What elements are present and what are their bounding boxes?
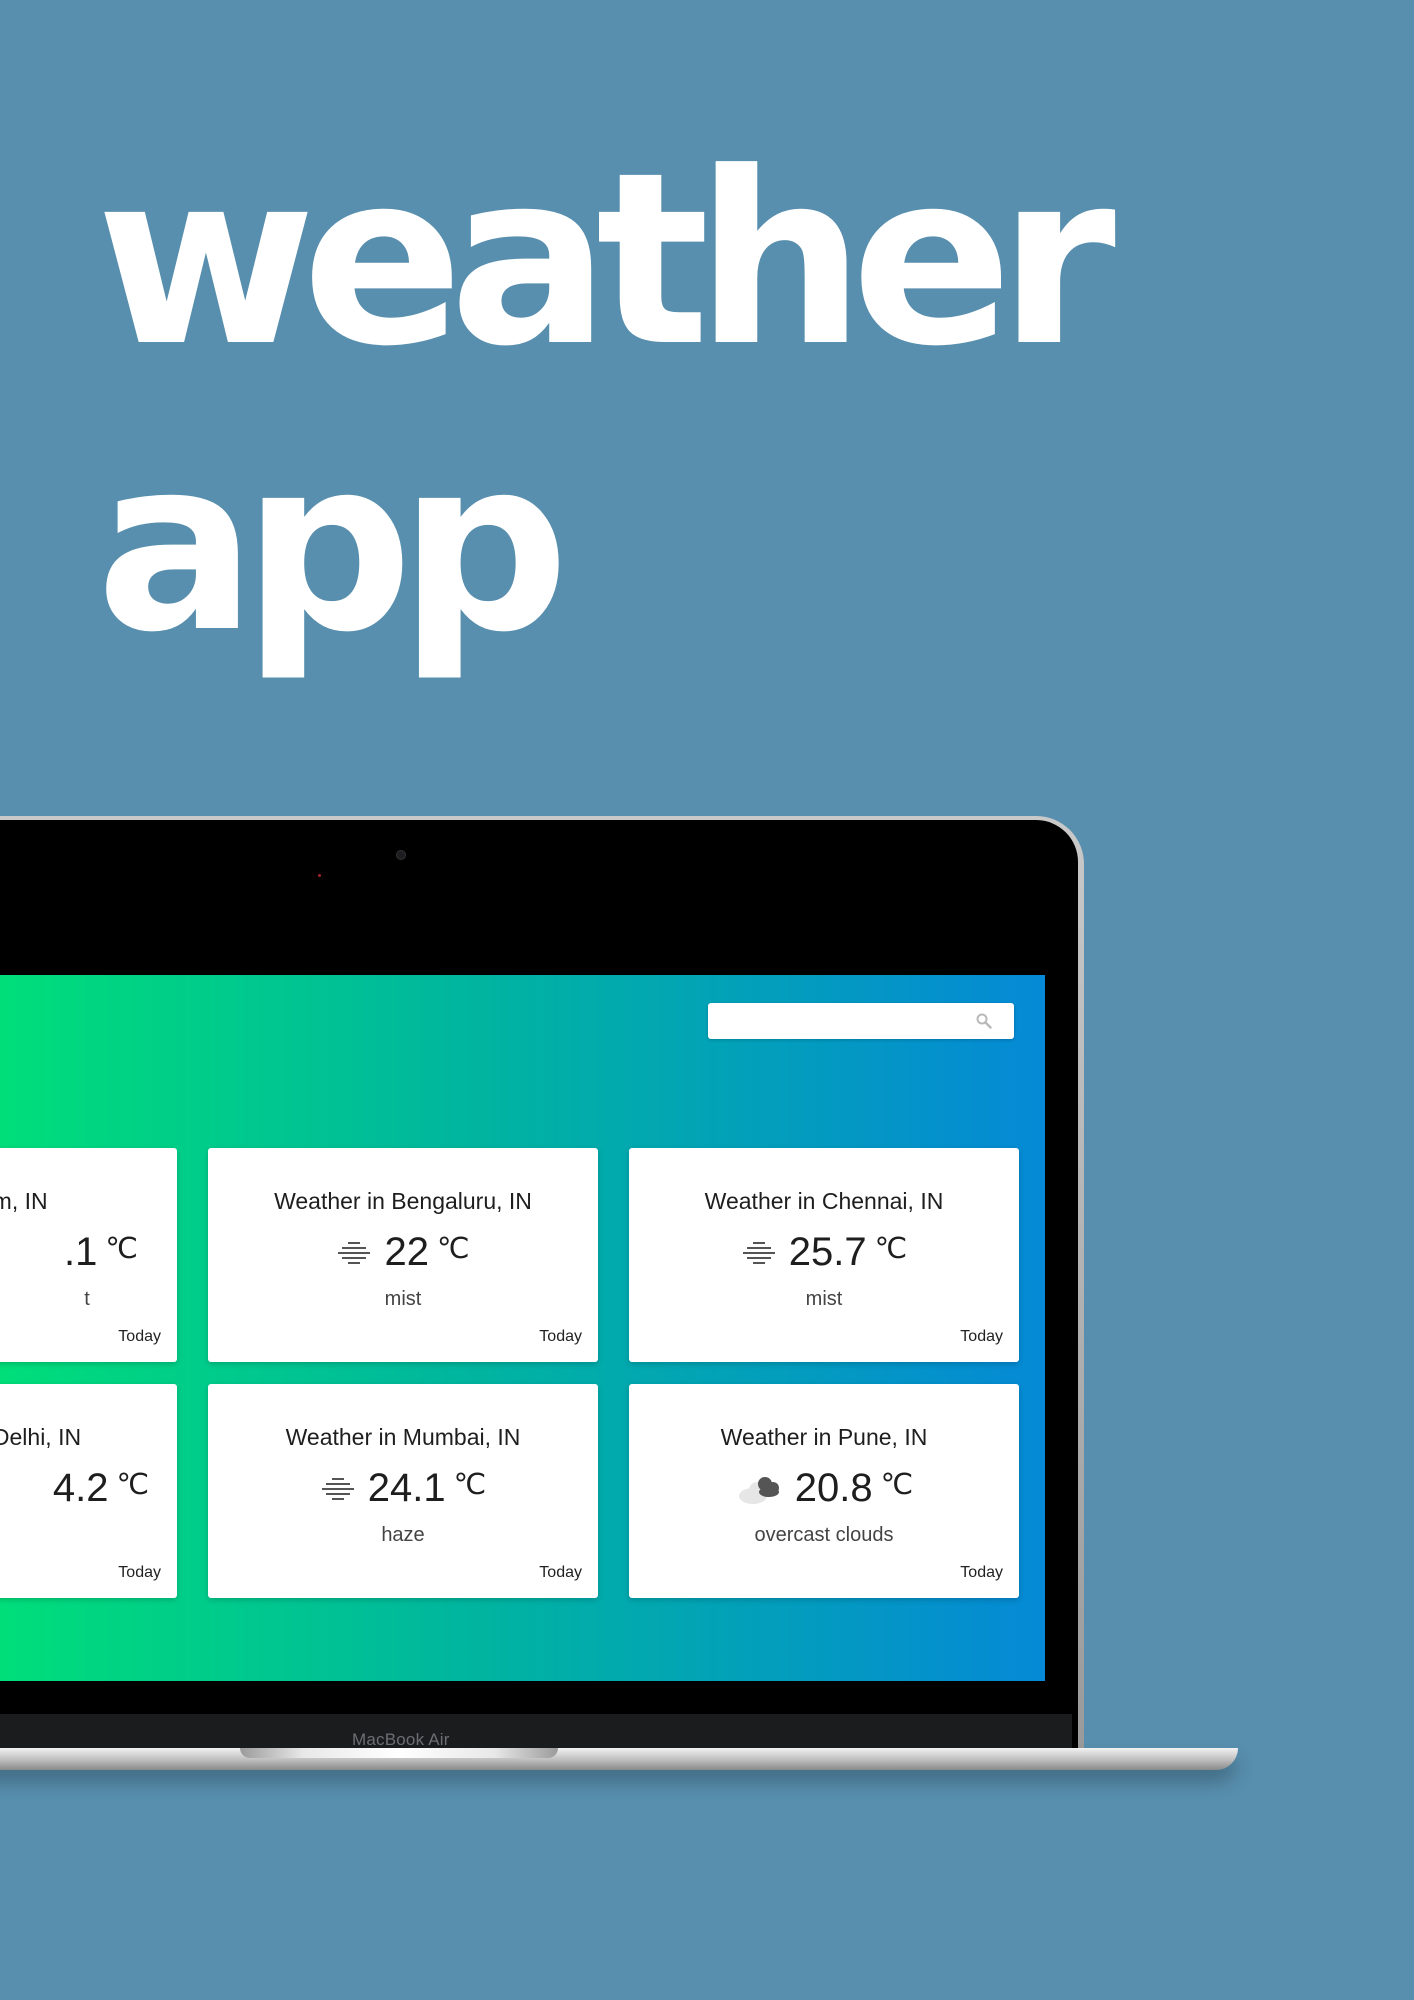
day-label: Today (539, 1564, 582, 1581)
camera-icon (396, 850, 406, 860)
weather-condition: t (84, 1288, 90, 1310)
card-title: Delhi, IN (0, 1424, 82, 1450)
card-title: Weather in Bengaluru, IN (274, 1188, 532, 1214)
card-title: Weather in Pune, IN (720, 1424, 928, 1450)
mist-icon (336, 1240, 372, 1266)
laptop-notch (240, 1748, 558, 1758)
day-label: Today (118, 1564, 161, 1581)
search-icon[interactable] (976, 1013, 992, 1034)
weather-card-bengaluru[interactable]: Weather in Bengaluru, IN 22 ℃ mist Today (208, 1148, 598, 1362)
weather-condition: haze (381, 1524, 425, 1546)
temperature-value: 25.7 (788, 1230, 867, 1274)
day-label: Today (118, 1328, 161, 1345)
temperature-value: 22 (384, 1230, 429, 1274)
laptop-base (0, 1748, 1238, 1770)
haze-icon (320, 1476, 356, 1502)
temperature-unit: ℃ (453, 1469, 487, 1501)
temperature-unit: ℃ (116, 1469, 150, 1501)
temperature-value: 20.8 (794, 1466, 873, 1510)
temperature-value: 4.2 (52, 1466, 109, 1510)
app-screen: elgaum, IN .1 ℃ t Today Weather in Benga… (0, 975, 1045, 1681)
day-label: Today (539, 1328, 582, 1345)
day-label: Today (960, 1328, 1003, 1345)
search-bar[interactable] (708, 1003, 1014, 1039)
weather-condition: mist (805, 1288, 843, 1310)
card-title: Weather in Chennai, IN (704, 1188, 944, 1214)
weather-condition: mist (384, 1288, 422, 1310)
hero-title-line-2: app (96, 408, 569, 685)
weather-card-belgaum[interactable]: elgaum, IN .1 ℃ t Today (0, 1148, 177, 1362)
mist-icon (741, 1240, 777, 1266)
card-title: Weather in Mumbai, IN (285, 1424, 521, 1450)
temperature-unit: ℃ (105, 1233, 138, 1265)
weather-card-mumbai[interactable]: Weather in Mumbai, IN 24.1 ℃ haze Today (208, 1384, 598, 1598)
search-input[interactable] (718, 1003, 972, 1039)
weather-card-chennai[interactable]: Weather in Chennai, IN 25.7 ℃ mist Today (629, 1148, 1019, 1362)
temperature-unit: ℃ (436, 1233, 470, 1265)
weather-card-delhi[interactable]: Delhi, IN 4.2 ℃ Today (0, 1384, 177, 1598)
day-label: Today (960, 1564, 1003, 1581)
hero-title-line-1: weather (96, 122, 1116, 399)
weather-condition: overcast clouds (754, 1524, 894, 1546)
camera-led (318, 874, 321, 877)
overcast-clouds-icon (735, 1472, 783, 1506)
card-title: elgaum, IN (0, 1188, 48, 1214)
temperature-unit: ℃ (880, 1469, 914, 1501)
weather-card-pune[interactable]: Weather in Pune, IN 20.8 ℃ overcast clou… (629, 1384, 1019, 1598)
laptop-model-label: MacBook Air (352, 1730, 450, 1749)
temperature-unit: ℃ (874, 1233, 908, 1265)
temperature-value: .1 (64, 1230, 98, 1274)
temperature-value: 24.1 (367, 1466, 446, 1510)
